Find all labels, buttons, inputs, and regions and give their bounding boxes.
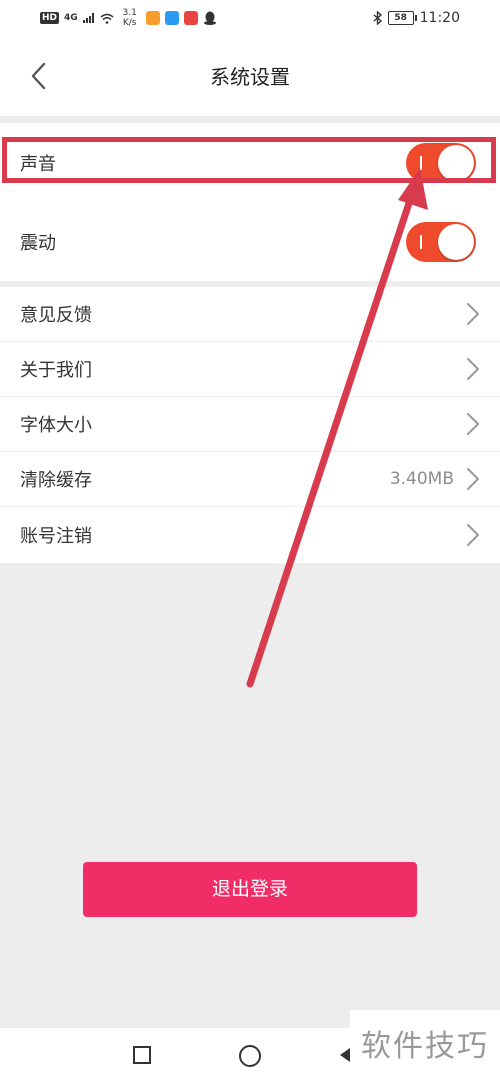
toggle-on-indicator [420,155,422,170]
network-type: 4G [64,13,78,23]
battery-icon: 58 [387,11,417,25]
sound-toggle[interactable] [406,142,476,183]
toggle-on-indicator [420,234,422,249]
status-bar: HD 4G 3.1 K/s 58 11:20 [0,0,500,38]
page-title: 系统设置 [210,65,290,89]
recent-apps-icon[interactable] [133,1046,151,1064]
signal-icon [82,13,94,23]
chevron-right-icon [467,523,479,546]
cache-size-value: 3.40MB [389,469,454,489]
vibration-row: 震动 [0,202,500,281]
chevron-right-icon [467,413,479,435]
status-right: 58 11:20 [373,10,460,26]
status-left: HD 4G 3.1 K/s [40,8,217,28]
speed-value: 3.1 [122,8,137,18]
home-icon[interactable] [239,1045,261,1067]
back-triangle-icon[interactable] [340,1048,350,1062]
vibration-toggle[interactable] [406,221,476,262]
title-bar: 系统设置 [0,38,500,116]
back-button[interactable] [22,58,58,94]
wifi-icon [100,13,114,24]
clear-cache-row[interactable]: 清除缓存 3.40MB [0,452,500,507]
menu-settings-group: 意见反馈 关于我们 字体大小 清除缓存 3.40MB 账号注销 [0,287,500,563]
toggle-settings-group: 声音 震动 [0,123,500,281]
logout-button[interactable]: 退出登录 [83,862,417,917]
hd-badge: HD [40,12,60,24]
toggle-knob [438,144,474,181]
chevron-left-icon [31,62,46,90]
chevron-right-icon [467,358,479,380]
chevron-right-icon [467,468,479,490]
speed-unit: K/s [122,18,137,28]
font-size-label: 字体大小 [20,415,92,436]
settings-screen: HD 4G 3.1 K/s 58 11:20 系统设置 声音 震动 意见反馈 关… [0,0,500,1084]
account-cancel-label: 账号注销 [20,525,92,547]
app-notification-icon [164,11,179,25]
about-row[interactable]: 关于我们 [0,342,500,397]
network-speed: 3.1 K/s [119,8,141,28]
clock: 11:20 [419,10,460,26]
toggle-knob [438,223,474,260]
chevron-right-icon [467,303,479,325]
account-cancel-row[interactable]: 账号注销 [0,507,500,562]
feedback-label: 意见反馈 [20,305,92,326]
about-label: 关于我们 [20,360,92,381]
bluetooth-icon [373,11,382,25]
watermark: 软件技巧 [350,1010,500,1084]
app-notification-icon [145,11,160,25]
sound-row: 声音 [0,123,500,202]
font-size-row[interactable]: 字体大小 [0,397,500,452]
qq-icon [203,11,216,25]
feedback-row[interactable]: 意见反馈 [0,287,500,342]
app-notification-icon [183,11,198,25]
